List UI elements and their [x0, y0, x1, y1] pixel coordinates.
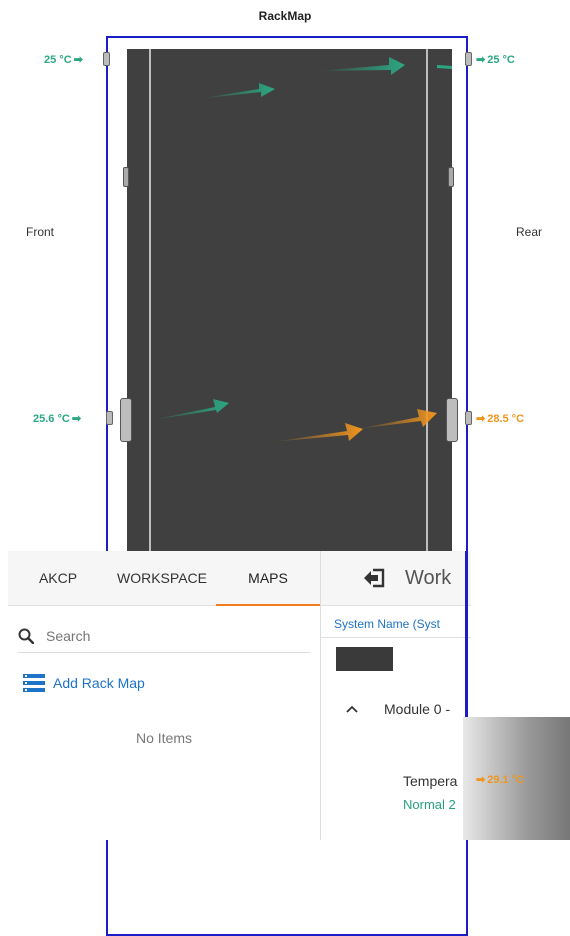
- add-rack-map-button[interactable]: Add Rack Map: [23, 674, 145, 692]
- airflow-arrow-warm: [272, 423, 363, 442]
- temp-front-mid: 25.6 °C ➡: [33, 412, 82, 426]
- front-label: Front: [26, 225, 55, 239]
- rear-label: Rear: [516, 225, 543, 239]
- door-hinge-front: [123, 167, 129, 187]
- tab-maps[interactable]: MAPS: [216, 551, 320, 606]
- arrow-right-icon: ➡: [476, 54, 486, 66]
- workspace-panel: Work System Name (Syst Module 0 - Temper…: [321, 551, 471, 840]
- maps-panel: AKCP WORKSPACE MAPS Add Rack Map No Item…: [8, 551, 321, 840]
- workspace-title: Work: [405, 566, 452, 589]
- add-rack-map-label: Add Rack Map: [53, 675, 145, 691]
- chevron-up-icon[interactable]: [346, 705, 358, 713]
- temp-value: 28.5 °C: [487, 412, 525, 425]
- airflow-arrow-cool: [317, 57, 405, 75]
- temp-rear-bottom: ➡ 29.1 °C: [476, 773, 525, 787]
- tab-workspace[interactable]: WORKSPACE: [108, 551, 216, 605]
- arrow-right-icon: ➡: [73, 54, 83, 66]
- sensor-front-top[interactable]: [103, 52, 110, 66]
- temp-value: 25 °C: [487, 53, 515, 66]
- sensor-rear-mid[interactable]: [465, 411, 472, 425]
- airflow-arrow-cool: [147, 399, 229, 421]
- arrow-right-icon: ➡: [476, 774, 486, 786]
- temp-rear-mid: ➡ 28.5 °C: [476, 412, 525, 426]
- module-label: Module 0 -: [384, 701, 451, 717]
- temp-front-top: 25 °C ➡: [44, 53, 83, 67]
- search-input[interactable]: [44, 627, 288, 645]
- panel-tabs: AKCP WORKSPACE MAPS: [8, 551, 320, 606]
- search-icon: [18, 628, 34, 644]
- divider: [321, 637, 471, 638]
- arrow-right-icon: ➡: [71, 413, 82, 425]
- sensor-rear-top[interactable]: [465, 52, 472, 66]
- empty-state: No Items: [135, 730, 192, 746]
- module-row[interactable]: Module 0 -: [346, 701, 450, 717]
- airflow-arrow-cool: [437, 65, 452, 69]
- airflow-arrow-warm: [357, 409, 437, 429]
- rack-cabinet: [127, 49, 452, 569]
- arrow-right-icon: ➡: [476, 413, 486, 425]
- sensor-front-mid[interactable]: [106, 411, 113, 425]
- tab-akcp[interactable]: AKCP: [8, 551, 108, 605]
- sensor-status: Normal 2: [403, 797, 456, 812]
- airflow-arrows: [147, 57, 452, 442]
- temp-value: 25.6 °C: [33, 412, 70, 425]
- system-name-value: [336, 647, 393, 671]
- sensor-front-mid-door[interactable]: [120, 398, 132, 442]
- temp-value: 29.1 °C: [487, 773, 525, 786]
- rackmap-title: RackMap: [258, 9, 312, 23]
- list-icon: [23, 674, 45, 692]
- system-name-column[interactable]: System Name (Syst: [334, 617, 440, 631]
- search-bar: [18, 620, 310, 653]
- temp-value: 25 °C: [44, 53, 72, 66]
- sensor-label[interactable]: Tempera: [403, 773, 457, 789]
- workspace-header: Work: [321, 551, 471, 606]
- temp-rear-top: ➡ 25 °C: [476, 53, 515, 67]
- airflow-arrow-cool: [197, 83, 275, 99]
- door-hinge-rear: [448, 167, 454, 187]
- sensor-rear-mid-door[interactable]: [446, 398, 458, 442]
- exit-icon[interactable]: [363, 568, 385, 588]
